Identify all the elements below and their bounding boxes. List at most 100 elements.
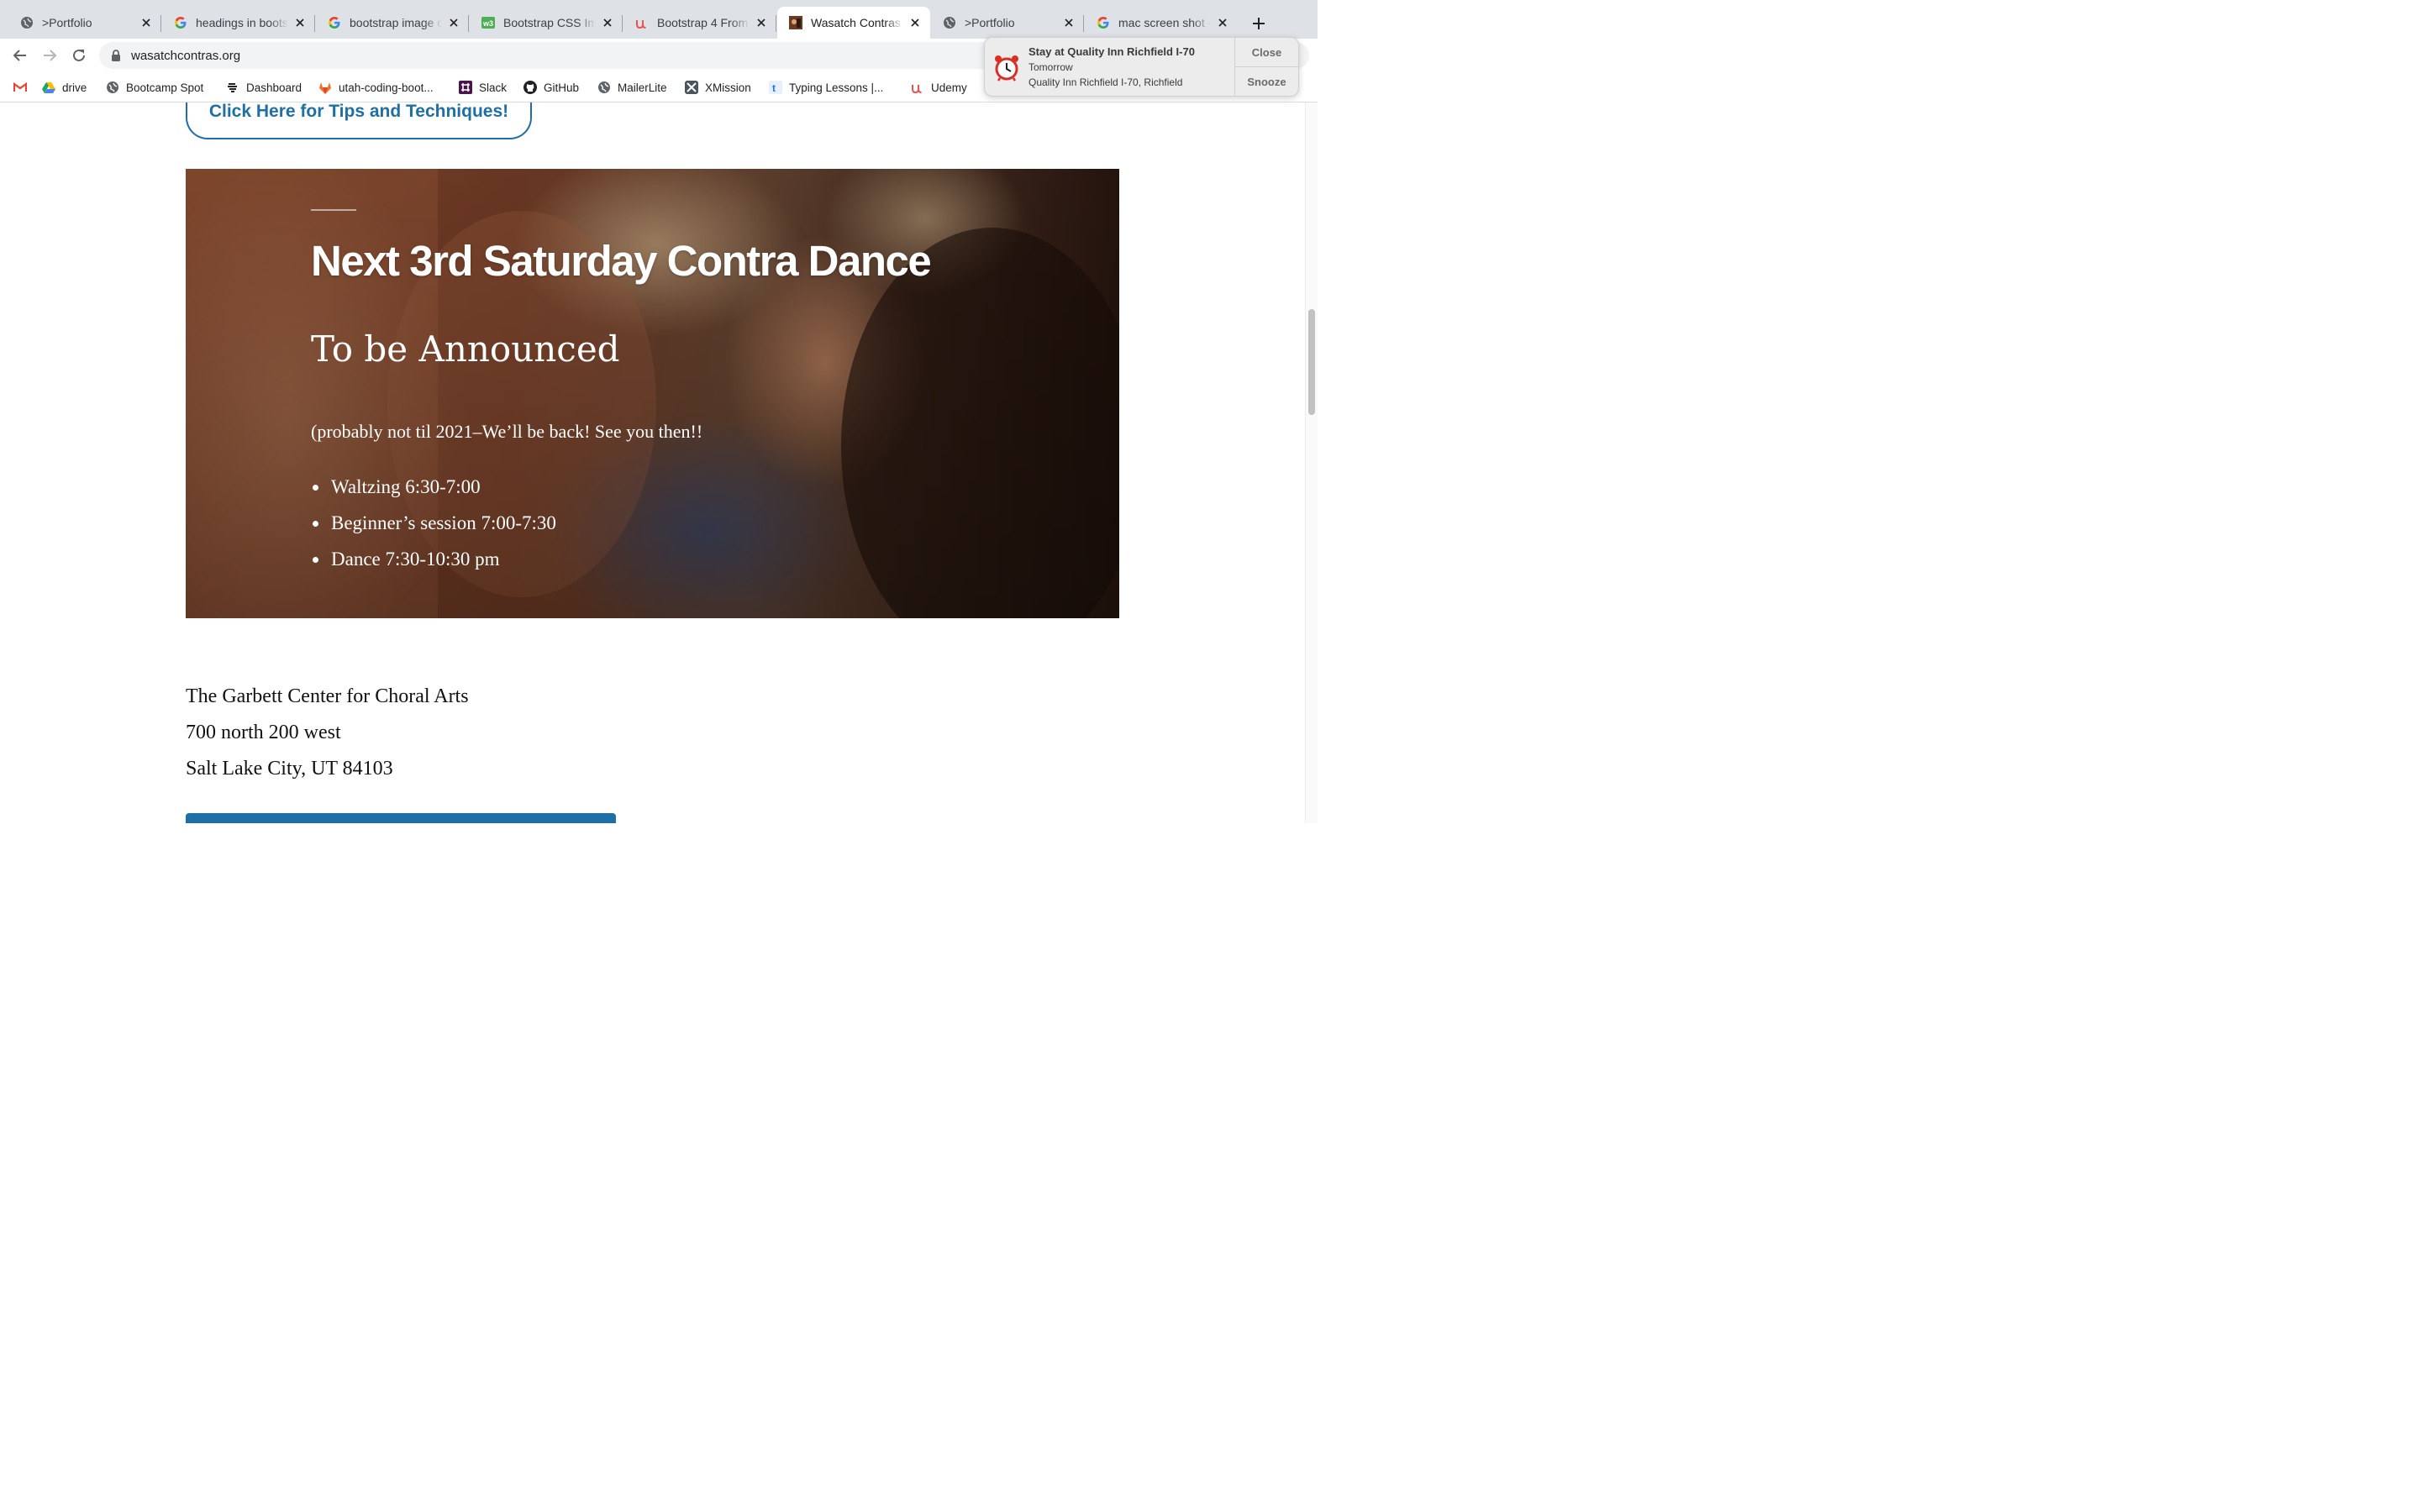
close-icon[interactable] (1062, 16, 1076, 29)
bookmark-label: utah-coding-boot... (339, 81, 434, 94)
close-icon[interactable] (293, 16, 307, 29)
map-button[interactable] (186, 813, 616, 823)
lock-icon (112, 50, 120, 61)
bookmark-mailerlite[interactable]: MailerLite (597, 79, 667, 96)
globe-icon (106, 81, 119, 94)
venue-city: Salt Lake City, UT 84103 (186, 758, 393, 780)
tab-title: >Portfolio (965, 16, 1015, 29)
venue-address: The Garbett Center for Choral Arts 700 n… (186, 679, 469, 787)
tab-bootstrap-css-images[interactable]: w3 Bootstrap CSS Images (470, 7, 623, 39)
tab-title: headings in bootstrap (196, 16, 288, 29)
bookmark-bootcamp-spot[interactable]: Bootcamp Spot (106, 79, 203, 96)
typing-icon: t (769, 81, 782, 94)
cover-subheading: To be Announced (311, 328, 620, 370)
schedule-item: Beginner’s session 7:00-7:30 (311, 509, 556, 545)
bookmark-gmail[interactable] (13, 79, 34, 96)
notification-close-button[interactable]: Close (1235, 38, 1298, 66)
close-icon[interactable] (755, 16, 768, 29)
tab-title: Bootstrap CSS Images (503, 16, 596, 29)
tab-title: Wasatch Contras - (811, 16, 903, 29)
google-icon (1097, 16, 1110, 29)
tab-title: mac screen shot - (1118, 16, 1211, 29)
bookmark-label: GitHub (544, 81, 580, 94)
tab-headings-in-bootstrap[interactable]: headings in bootstrap (162, 7, 315, 39)
svg-text:w3: w3 (482, 19, 493, 28)
cover-heading: Next 3rd Saturday Contra Dance (311, 237, 932, 285)
bookmark-xmission[interactable]: XMission (685, 79, 751, 96)
google-icon (174, 16, 187, 29)
bookmark-dashboard[interactable]: Dashboard (226, 79, 302, 96)
tips-techniques-button[interactable]: Click Here for Tips and Techniques! (186, 102, 532, 139)
tab-title: bootstrap image on (350, 16, 442, 29)
bookmark-label: Slack (479, 81, 508, 94)
alarm-clock-icon (985, 38, 1028, 96)
gitlab-icon (318, 81, 332, 94)
tab-bootstrap-image[interactable]: bootstrap image on (316, 7, 469, 39)
tab-title: Bootstrap 4 From Scratch (657, 16, 750, 29)
close-icon[interactable] (139, 16, 153, 29)
google-icon (328, 16, 341, 29)
scrollbar-thumb[interactable] (1308, 309, 1315, 415)
xmission-icon (685, 81, 698, 94)
globe-icon (20, 16, 34, 29)
calendar-notification: Stay at Quality Inn Richfield I-70 Tomor… (984, 37, 1299, 97)
bookmark-gitlab[interactable]: utah-coding-boot... (318, 79, 434, 96)
next-dance-cover: Next 3rd Saturday Contra Dance To be Ann… (186, 169, 1119, 618)
drive-icon (42, 81, 55, 94)
tab-mac-screen-shot[interactable]: mac screen shot - (1085, 7, 1238, 39)
notification-body: Quality Inn Richfield I-70, Richfield (1028, 76, 1183, 88)
bookmark-label: XMission (705, 81, 751, 94)
schedule-list: Waltzing 6:30-7:00 Beginner’s session 7:… (311, 473, 556, 581)
tab-portfolio-2[interactable]: >Portfolio (931, 7, 1084, 39)
globe-icon (943, 16, 956, 29)
tab-portfolio[interactable]: >Portfolio (8, 7, 161, 39)
tab-wasatch-contras[interactable]: Wasatch Contras - (777, 7, 930, 39)
close-icon[interactable] (601, 16, 614, 29)
notification-subtitle: Tomorrow (1028, 61, 1073, 73)
close-icon[interactable] (908, 16, 922, 29)
slack-icon (459, 81, 472, 94)
bookmark-slack[interactable]: Slack (459, 79, 507, 96)
venue-name: The Garbett Center for Choral Arts (186, 685, 469, 707)
github-icon (523, 81, 537, 94)
notification-title: Stay at Quality Inn Richfield I-70 (1028, 45, 1195, 58)
close-icon[interactable] (447, 16, 460, 29)
bookmark-label: Dashboard (246, 81, 302, 94)
bookmark-label: Typing Lessons |... (789, 81, 884, 94)
venue-street: 700 north 200 west (186, 722, 341, 743)
heading-separator (311, 209, 356, 211)
cover-note: (probably not til 2021–We’ll be back! Se… (311, 421, 703, 442)
back-arrow-icon (13, 50, 26, 61)
bookmark-typing-lessons[interactable]: t Typing Lessons |... (769, 79, 883, 96)
gmail-icon (13, 81, 27, 94)
bookmark-label: drive (62, 81, 87, 94)
forward-arrow-icon (44, 50, 57, 61)
site-favicon-icon (789, 16, 802, 29)
close-icon[interactable] (1216, 16, 1229, 29)
tab-bootstrap-4-from-scratch[interactable]: Bootstrap 4 From Scratch (623, 7, 776, 39)
notification-snooze-button[interactable]: Snooze (1235, 66, 1298, 96)
forward-button[interactable] (39, 45, 60, 66)
bookmark-drive[interactable]: drive (42, 79, 87, 96)
schedule-item: Dance 7:30-10:30 pm (311, 545, 556, 581)
bookmark-label: Bootcamp Spot (126, 81, 204, 94)
new-tab-button[interactable] (1247, 12, 1270, 35)
plus-icon (1253, 18, 1265, 29)
back-button[interactable] (10, 45, 30, 66)
udemy-icon (635, 16, 649, 29)
udemy-icon (911, 81, 924, 94)
bookmark-label: Udemy (931, 81, 967, 94)
bookmark-label: MailerLite (618, 81, 667, 94)
reload-button[interactable] (69, 45, 89, 66)
page-scrollbar[interactable] (1305, 102, 1318, 823)
page-viewport: Click Here for Tips and Techniques! Next… (0, 102, 1305, 823)
w3schools-icon: w3 (481, 16, 495, 29)
url-text: wasatchcontras.org (131, 48, 241, 63)
bookmark-udemy[interactable]: Udemy (911, 79, 967, 96)
tab-title: >Portfolio (42, 16, 92, 29)
schedule-item: Waltzing 6:30-7:00 (311, 473, 556, 509)
bookmark-github[interactable]: GitHub (523, 79, 579, 96)
tab-strip: >Portfolio headings in bootstrap bootstr… (0, 0, 1318, 39)
dashboard-icon (226, 81, 239, 94)
svg-text:t: t (772, 82, 776, 94)
